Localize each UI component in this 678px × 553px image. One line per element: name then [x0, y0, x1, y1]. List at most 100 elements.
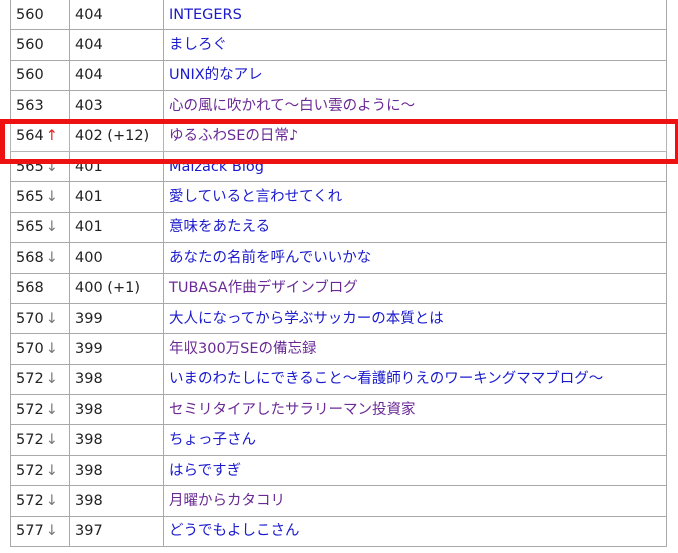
blog-link[interactable]: 年収300万SEの備忘録 — [169, 341, 317, 357]
rank-value: 572 — [16, 462, 44, 479]
blog-link[interactable]: はらですぎ — [169, 463, 241, 479]
rank-cell: 572 ↓ — [10, 363, 70, 396]
score-cell: 398 — [69, 394, 164, 426]
score-cell: 398 — [69, 424, 164, 456]
rank-down-arrow-icon: ↓ — [45, 310, 58, 327]
ranking-table-body: 560 404 INTEGERS 560 404 ましろぐ 560 404 UNIX的なアレ 56… — [10, 0, 667, 548]
rank-value: 560 — [16, 67, 44, 84]
rank-value: 568 — [16, 280, 44, 297]
rank-down-arrow-icon: ↓ — [45, 219, 58, 236]
blog-link[interactable]: 愛していると言わせてくれ — [169, 189, 342, 205]
blog-cell: 月曜からカタコリ — [163, 485, 667, 517]
ranking-row: 572 ↓ 398 ちょっ子さん — [10, 424, 667, 456]
ranking-row: 565 ↓ 401 意味をあたえる — [10, 211, 667, 244]
rank-cell: 570 ↓ — [10, 333, 70, 365]
score-cell: 400 (+1) — [69, 272, 164, 304]
rank-down-arrow-icon: ↓ — [45, 462, 58, 479]
blog-link[interactable]: Maizack Blog — [169, 159, 264, 175]
ranking-row: 565 ↓ 401 Maizack Blog — [10, 150, 667, 183]
blog-link[interactable]: ましろぐ — [169, 37, 227, 53]
rank-cell: 565 ↓ — [10, 181, 70, 213]
score-cell: 404 — [69, 0, 164, 31]
rank-cell: 565 ↓ — [10, 211, 70, 244]
ranking-row: 560 404 ましろぐ — [10, 29, 667, 61]
blog-link[interactable]: INTEGERS — [169, 7, 242, 23]
blog-cell: ちょっ子さん — [163, 424, 667, 456]
rank-down-arrow-icon: ↓ — [45, 249, 58, 266]
rank-cell: 568 — [10, 272, 70, 304]
blog-cell: 意味をあたえる — [163, 211, 667, 244]
blog-cell: ましろぐ — [163, 29, 667, 61]
rank-cell: 572 ↓ — [10, 454, 70, 487]
blog-link[interactable]: 意味をあたえる — [169, 219, 270, 235]
rank-value: 565 — [16, 189, 44, 206]
rank-value: 565 — [16, 219, 44, 236]
blog-link[interactable]: ちょっ子さん — [169, 432, 256, 448]
rank-value: 577 — [16, 523, 44, 540]
rank-value: 572 — [16, 432, 44, 449]
ranking-row: 565 ↓ 401 愛していると言わせてくれ — [10, 181, 667, 213]
ranking-row-highlighted: 564 ↑ 402 (+12) ゆるふわSEの日常♪ — [10, 120, 667, 152]
blog-link[interactable]: セミリタイアしたサラリーマン投資家 — [169, 402, 416, 418]
blog-link[interactable]: 心の風に吹かれて～白い雲のように～ — [169, 98, 415, 114]
blog-cell: セミリタイアしたサラリーマン投資家 — [163, 394, 667, 426]
rank-cell: 577 ↓ — [10, 515, 70, 548]
blog-cell: 心の風に吹かれて～白い雲のように～ — [163, 90, 667, 122]
blog-link[interactable]: あなたの名前を呼んでいいかな — [169, 250, 371, 266]
blog-link[interactable]: どうでもよしこさん — [169, 523, 300, 539]
score-cell: 402 (+12) — [69, 120, 164, 152]
ranking-viewport: 560 404 INTEGERS 560 404 ましろぐ 560 404 UNIX的なアレ 56… — [0, 0, 678, 553]
blog-cell: あなたの名前を呼んでいいかな — [163, 242, 667, 274]
score-cell: 400 — [69, 242, 164, 274]
ranking-row: 560 404 UNIX的なアレ — [10, 59, 667, 92]
rank-cell: 560 — [10, 29, 70, 61]
ranking-row: 572 ↓ 398 いまのわたしにできること～看護師りえのワーキングママブログ～ — [10, 363, 667, 396]
rank-cell: 560 — [10, 59, 70, 92]
rank-value: 572 — [16, 492, 44, 509]
blog-link[interactable]: ゆるふわSEの日常♪ — [169, 128, 298, 144]
rank-cell: 564 ↑ — [10, 120, 70, 152]
blog-link[interactable]: TUBASA作曲デザインブログ — [169, 280, 358, 296]
rank-down-arrow-icon: ↓ — [45, 189, 58, 206]
score-cell: 398 — [69, 454, 164, 487]
blog-cell: 愛していると言わせてくれ — [163, 181, 667, 213]
ranking-table: 560 404 INTEGERS 560 404 ましろぐ 560 404 UNIX的なアレ 56… — [10, 0, 667, 548]
rank-cell: 565 ↓ — [10, 150, 70, 183]
rank-down-arrow-icon: ↓ — [45, 371, 58, 388]
ranking-row: 568 400 (+1) TUBASA作曲デザインブログ — [10, 272, 667, 304]
blog-cell: いまのわたしにできること～看護師りえのワーキングママブログ～ — [163, 363, 667, 396]
ranking-row: 572 ↓ 398 はらですぎ — [10, 454, 667, 487]
score-cell: 399 — [69, 333, 164, 365]
rank-down-arrow-icon: ↓ — [45, 523, 58, 540]
ranking-row: 572 ↓ 398 セミリタイアしたサラリーマン投資家 — [10, 394, 667, 426]
blog-link[interactable]: UNIX的なアレ — [169, 67, 263, 83]
ranking-row: 563 403 心の風に吹かれて～白い雲のように～ — [10, 90, 667, 122]
rank-value: 568 — [16, 249, 44, 266]
rank-value: 564 — [16, 128, 44, 145]
rank-down-arrow-icon: ↓ — [45, 492, 58, 509]
rank-cell: 572 ↓ — [10, 424, 70, 456]
rank-down-arrow-icon: ↓ — [45, 432, 58, 449]
rank-cell: 572 ↓ — [10, 485, 70, 517]
score-cell: 398 — [69, 485, 164, 517]
blog-cell: ゆるふわSEの日常♪ — [163, 120, 667, 152]
blog-cell: 大人になってから学ぶサッカーの本質とは — [163, 302, 667, 335]
rank-down-arrow-icon: ↓ — [45, 401, 58, 418]
blog-link[interactable]: 月曜からカタコリ — [169, 493, 285, 509]
rank-cell: 572 ↓ — [10, 394, 70, 426]
rank-value: 570 — [16, 310, 44, 327]
blog-link[interactable]: 大人になってから学ぶサッカーの本質とは — [169, 311, 444, 327]
blog-link[interactable]: いまのわたしにできること～看護師りえのワーキングママブログ～ — [169, 371, 603, 387]
rank-value: 572 — [16, 371, 44, 388]
blog-cell: TUBASA作曲デザインブログ — [163, 272, 667, 304]
blog-cell: UNIX的なアレ — [163, 59, 667, 92]
rank-cell: 560 — [10, 0, 70, 31]
blog-cell: どうでもよしこさん — [163, 515, 667, 548]
score-cell: 404 — [69, 59, 164, 92]
blog-cell: Maizack Blog — [163, 150, 667, 183]
blog-cell: はらですぎ — [163, 454, 667, 487]
score-cell: 403 — [69, 90, 164, 122]
ranking-row: 577 ↓ 397 どうでもよしこさん — [10, 515, 667, 548]
score-cell: 401 — [69, 150, 164, 183]
rank-cell: 570 ↓ — [10, 302, 70, 335]
